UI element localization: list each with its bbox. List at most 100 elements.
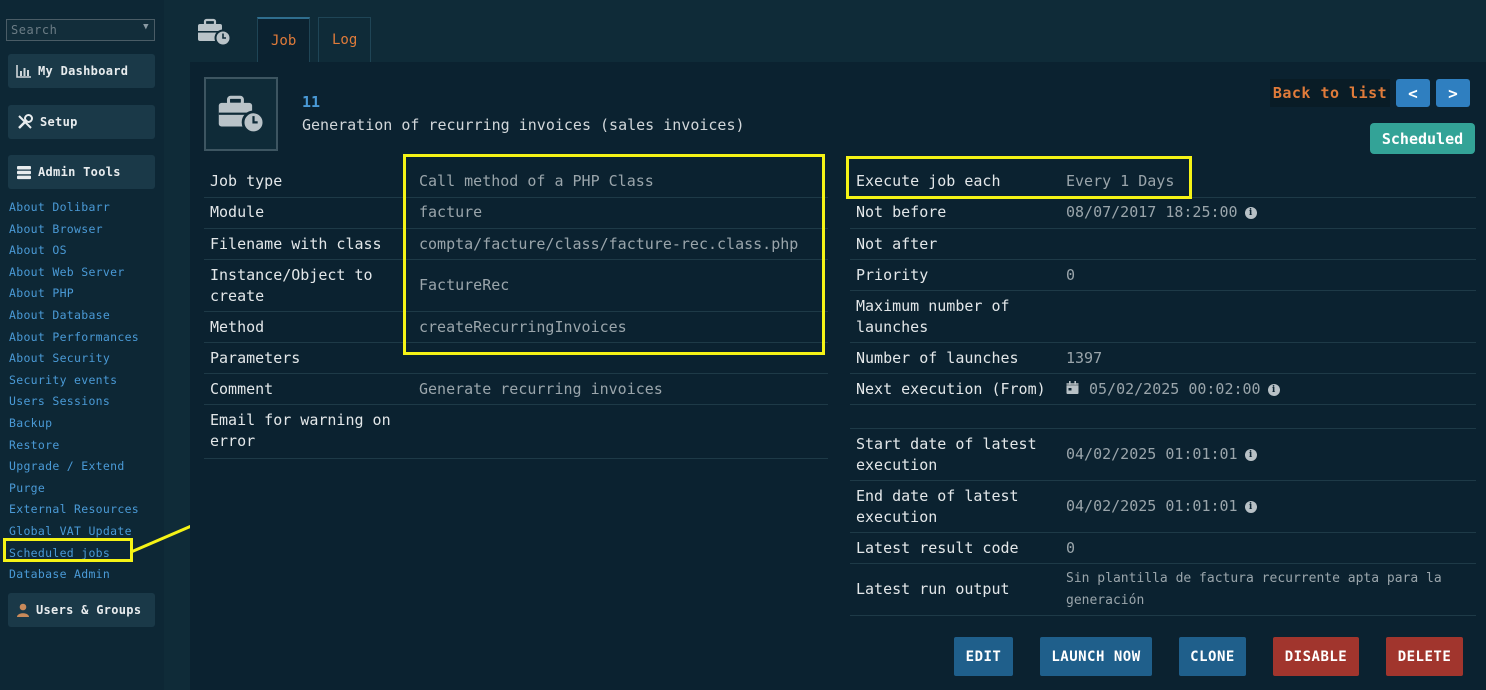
clone-button[interactable]: CLONE — [1179, 637, 1246, 676]
menu-admin-tools[interactable]: Admin Tools — [8, 155, 155, 189]
job-label: Generation of recurring invoices (sales … — [302, 116, 745, 134]
field-label: Latest run output — [856, 580, 1010, 598]
link-about-performances[interactable]: About Performances — [9, 327, 139, 349]
link-about-database[interactable]: About Database — [9, 305, 139, 327]
link-about-browser[interactable]: About Browser — [9, 219, 139, 241]
field-label: Parameters — [210, 349, 301, 367]
search-placeholder: Search — [11, 23, 58, 37]
field-row-spacer — [850, 405, 1476, 429]
field-label: Maximum number of launches — [856, 297, 1010, 336]
menu-label: My Dashboard — [38, 64, 129, 78]
field-label: End date of latest execution — [856, 487, 1019, 526]
field-value: 04/02/2025 01:01:01 i — [1066, 496, 1257, 517]
field-label: Job type — [210, 172, 283, 190]
server-icon — [17, 165, 31, 179]
value-text: 08/07/2017 18:25:00 — [1066, 203, 1238, 221]
link-external-resources[interactable]: External Resources — [9, 499, 139, 521]
info-icon[interactable]: i — [1244, 448, 1257, 461]
job-config-highlight — [403, 154, 825, 355]
link-security-events[interactable]: Security events — [9, 370, 139, 392]
menu-label: Setup — [40, 115, 78, 129]
tab-label: Job — [271, 32, 297, 49]
field-label: Start date of latest execution — [856, 435, 1037, 474]
field-row-start-latest: Start date of latest execution 04/02/202… — [850, 429, 1476, 481]
menu-users-groups[interactable]: Users & Groups — [8, 593, 155, 627]
edit-button[interactable]: EDIT — [954, 637, 1013, 676]
value-text: 05/02/2025 00:02:00 — [1089, 380, 1261, 398]
field-label: Module — [210, 203, 265, 221]
tab-label: Log — [332, 32, 358, 48]
field-value: Sin plantilla de factura recurrente apta… — [1066, 571, 1442, 608]
field-label: Filename with class — [210, 235, 382, 253]
field-row-email-warning: Email for warning on error — [204, 405, 828, 459]
job-ref: 11 — [302, 93, 321, 111]
field-label: Number of launches — [856, 349, 1019, 367]
briefcase-clock-icon — [218, 95, 266, 135]
field-row-not-before: Not before 08/07/2017 18:25:00 i — [850, 198, 1476, 229]
field-label: Instance/Object to create — [210, 266, 373, 305]
field-row-num-launches: Number of launches 1397 — [850, 343, 1476, 374]
previous-record-button[interactable]: < — [1396, 79, 1430, 107]
field-row-max-launches: Maximum number of launches — [850, 291, 1476, 343]
back-to-list-link[interactable]: Back to list — [1270, 79, 1390, 107]
next-record-button[interactable]: > — [1436, 79, 1470, 107]
menu-label: Users & Groups — [36, 603, 142, 617]
job-thumbnail — [204, 77, 278, 151]
tab-job[interactable]: Job — [257, 17, 311, 62]
briefcase-clock-icon — [196, 17, 232, 51]
field-label: Latest result code — [856, 539, 1019, 557]
link-restore[interactable]: Restore — [9, 435, 139, 457]
launch-now-button[interactable]: LAUNCH NOW — [1040, 637, 1152, 676]
field-row-comment: Comment Generate recurring invoices — [204, 374, 828, 405]
tab-log[interactable]: Log — [318, 17, 372, 62]
link-backup[interactable]: Backup — [9, 413, 139, 435]
scheduled-jobs-highlight — [3, 538, 133, 562]
field-label: Email for warning on error — [210, 411, 391, 450]
value-text: 04/02/2025 01:01:01 — [1066, 497, 1238, 515]
link-about-web-server[interactable]: About Web Server — [9, 262, 139, 284]
link-about-dolibarr[interactable]: About Dolibarr — [9, 197, 139, 219]
disable-button[interactable]: DISABLE — [1273, 637, 1359, 676]
link-database-admin[interactable]: Database Admin — [9, 564, 139, 586]
dropdown-caret-icon[interactable]: ▼ — [143, 22, 149, 32]
field-value: 0 — [1066, 266, 1076, 284]
search-input[interactable]: Search ▼ — [6, 19, 155, 41]
field-row-end-latest: End date of latest execution 04/02/2025 … — [850, 481, 1476, 533]
link-about-php[interactable]: About PHP — [9, 283, 139, 305]
info-icon[interactable]: i — [1267, 383, 1280, 396]
left-sidebar: Search ▼ My Dashboard Setup Admin Tools … — [0, 0, 164, 690]
field-row-run-output: Latest run output Sin plantilla de factu… — [850, 564, 1476, 616]
menu-setup[interactable]: Setup — [8, 105, 155, 139]
field-row-result-code: Latest result code 0 — [850, 533, 1476, 564]
field-value: Generate recurring invoices — [419, 380, 663, 398]
admin-tools-links: About Dolibarr About Browser About OS Ab… — [9, 197, 139, 586]
field-value: 05/02/2025 00:02:00 i — [1066, 379, 1280, 400]
field-value: 0 — [1066, 539, 1076, 557]
link-about-security[interactable]: About Security — [9, 348, 139, 370]
chevron-right-icon: > — [1448, 83, 1458, 103]
menu-my-dashboard[interactable]: My Dashboard — [8, 54, 155, 88]
field-label: Next execution (From) — [856, 380, 1046, 398]
status-badge: Scheduled — [1370, 123, 1475, 154]
field-value: 1397 — [1066, 349, 1103, 367]
link-users-sessions[interactable]: Users Sessions — [9, 391, 139, 413]
field-value: 08/07/2017 18:25:00 i — [1066, 202, 1257, 223]
info-icon[interactable]: i — [1244, 206, 1257, 219]
chart-icon — [16, 65, 31, 78]
link-purge[interactable]: Purge — [9, 478, 139, 500]
field-label: Not before — [856, 203, 947, 221]
user-icon — [17, 603, 29, 617]
field-label: Not after — [856, 235, 938, 253]
link-about-os[interactable]: About OS — [9, 240, 139, 262]
link-upgrade-extend[interactable]: Upgrade / Extend — [9, 456, 139, 478]
field-value: 04/02/2025 01:01:01 i — [1066, 444, 1257, 465]
info-icon[interactable]: i — [1244, 500, 1257, 513]
field-row-not-after: Not after — [850, 229, 1476, 260]
tools-icon — [18, 114, 33, 129]
delete-button[interactable]: DELETE — [1386, 637, 1463, 676]
calendar-icon — [1066, 381, 1079, 394]
field-row-next-execution: Next execution (From) 05/02/2025 00:02:0… — [850, 374, 1476, 405]
execute-each-highlight — [846, 156, 1192, 199]
field-row-priority: Priority 0 — [850, 260, 1476, 291]
chevron-left-icon: < — [1408, 83, 1418, 103]
